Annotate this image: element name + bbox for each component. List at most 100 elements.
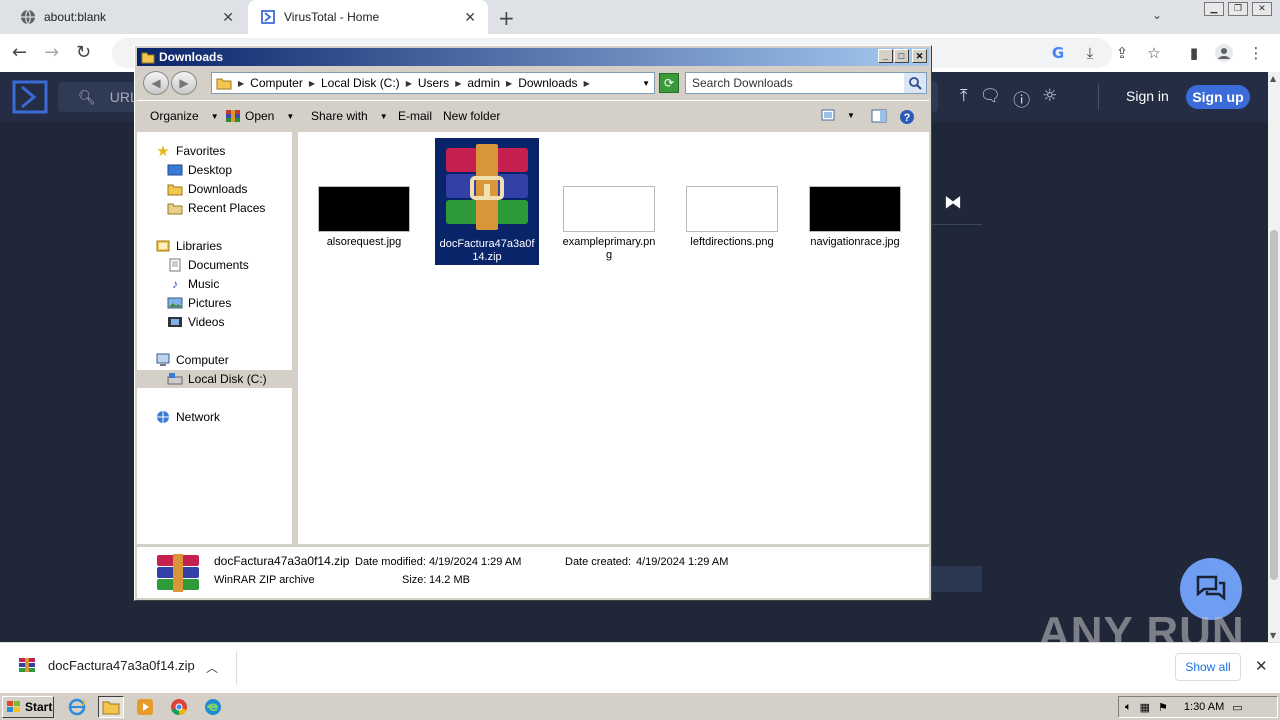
breadcrumb-local-disk[interactable]: Local Disk (C:) ▶ [321, 76, 412, 90]
close-tab-icon[interactable]: ✕ [222, 9, 234, 26]
minimize-icon[interactable]: _ [878, 49, 893, 63]
side-panel-icon[interactable]: ▮ [1184, 43, 1204, 63]
breadcrumb-admin[interactable]: admin ▶ [467, 76, 512, 90]
api-icon[interactable]: ⧓ [944, 192, 962, 213]
forward-arrow-icon[interactable]: ▶ [171, 71, 197, 95]
winrar-archive-icon [446, 144, 528, 230]
scroll-down-icon[interactable]: ▼ [1270, 631, 1276, 640]
profile-icon[interactable] [1214, 43, 1234, 63]
quick-launch [64, 696, 226, 718]
page-scrollbar[interactable]: ▲ ▼ [1268, 72, 1280, 642]
restore-icon[interactable]: ❐ [1228, 2, 1248, 16]
chevron-up-icon[interactable]: ︿ [206, 659, 218, 676]
breadcrumb-separator-icon[interactable]: ▶ [238, 79, 244, 88]
explorer-taskbar-icon[interactable] [98, 696, 124, 718]
menu-kebab-icon[interactable]: ⋮ [1246, 43, 1266, 63]
nav-favorites[interactable]: ★ Favorites [155, 142, 225, 160]
show-desktop-icon[interactable]: ▭ [1232, 701, 1242, 714]
explorer-search-input[interactable]: Search Downloads [685, 72, 927, 94]
new-tab-button[interactable]: + [498, 6, 515, 30]
back-arrow-icon[interactable]: ◀ [143, 71, 169, 95]
close-icon[interactable]: ✕ [1252, 2, 1272, 16]
file-item[interactable]: alsorequest.jpg [312, 186, 416, 249]
minimize-icon[interactable]: ▁ [1204, 2, 1224, 16]
show-all-button[interactable]: Show all [1175, 653, 1241, 681]
pictures-icon [167, 296, 183, 310]
install-icon[interactable]: ⤓ [1080, 43, 1100, 63]
start-button[interactable]: Start [2, 696, 54, 718]
search-icon[interactable] [904, 73, 926, 93]
virustotal-logo-icon[interactable] [12, 80, 48, 114]
edge-icon[interactable] [200, 696, 226, 718]
image-thumbnail [686, 186, 778, 232]
close-tab-icon[interactable]: ✕ [464, 9, 476, 26]
chrome-icon[interactable] [166, 696, 192, 718]
share-with-button[interactable]: Share with ▼ [311, 109, 388, 123]
forward-icon[interactable]: → [44, 42, 59, 63]
bookmark-star-icon[interactable]: ☆ [1144, 43, 1164, 63]
sign-up-button[interactable]: Sign up [1186, 85, 1250, 109]
nav-recent-places[interactable]: Recent Places [167, 199, 265, 217]
breadcrumb-computer[interactable]: Computer ▶ [250, 76, 315, 90]
close-icon[interactable]: ✕ [912, 49, 927, 63]
nav-pictures[interactable]: Pictures [167, 294, 231, 312]
action-center-flag-icon[interactable]: ⚑ [1158, 701, 1168, 714]
sign-in-link[interactable]: Sign in [1126, 88, 1169, 104]
notifications-icon[interactable]: 🗨︎ [980, 86, 1002, 111]
explorer-address-bar[interactable]: ▶ Computer ▶ Local Disk (C:) ▶ Users ▶ admi… [211, 72, 655, 94]
internet-explorer-icon[interactable] [64, 696, 90, 718]
file-item[interactable]: leftdirections.png [680, 186, 784, 249]
email-button[interactable]: E-mail [398, 109, 432, 123]
back-icon[interactable]: ← [12, 42, 27, 63]
preview-pane-icon[interactable] [871, 109, 887, 123]
tab-about-blank[interactable]: about:blank ✕ [8, 0, 246, 34]
explorer-titlebar[interactable]: Downloads _ □ ✕ [137, 48, 929, 66]
file-item[interactable]: exampleprimary.png [557, 186, 661, 262]
winrar-icon [19, 658, 35, 672]
media-player-icon[interactable] [132, 696, 158, 718]
nav-documents[interactable]: Documents [167, 256, 249, 274]
breadcrumb-users[interactable]: Users ▶ [418, 76, 462, 90]
change-view-icon[interactable]: ▼ [821, 109, 855, 121]
nav-downloads[interactable]: Downloads [167, 180, 247, 198]
share-icon[interactable]: ⇪ [1112, 43, 1132, 63]
scroll-up-icon[interactable]: ▲ [1270, 74, 1276, 83]
clock[interactable]: 1:30 AM [1184, 701, 1224, 713]
folder-icon [141, 52, 155, 64]
upload-icon[interactable]: ⤒ [960, 86, 968, 111]
organize-button[interactable]: Organize ▼ [150, 109, 219, 123]
reload-icon[interactable]: ↻ [76, 42, 91, 63]
maximize-icon[interactable]: □ [894, 49, 909, 63]
nav-desktop[interactable]: Desktop [167, 161, 232, 179]
search-icon: 🔍︎ [78, 88, 96, 105]
address-dropdown-icon[interactable]: ▼ [642, 79, 650, 88]
tab-search-chevron-icon[interactable]: ⌄ [1152, 8, 1162, 22]
explorer-details-pane: docFactura47a3a0f14.zip Date modified: 4… [137, 546, 929, 598]
nav-network[interactable]: Network [155, 408, 220, 426]
window-controls: ▁ ❐ ✕ [1204, 2, 1272, 16]
explorer-command-bar: Organize ▼ Open ▼ Share with ▼ E-mail New f… [137, 100, 929, 132]
breadcrumb-downloads[interactable]: Downloads ▶ [518, 76, 590, 90]
nav-videos[interactable]: Videos [167, 313, 224, 331]
tab-virustotal[interactable]: VirusTotal - Home ✕ [248, 0, 488, 34]
file-item[interactable]: navigationrace.jpg [803, 186, 907, 249]
nav-computer[interactable]: Computer [155, 351, 229, 369]
open-button[interactable]: Open ▼ [225, 109, 294, 123]
details-date-modified: 4/19/2024 1:29 AM [429, 556, 522, 568]
help-icon[interactable]: ? [899, 109, 915, 125]
new-folder-button[interactable]: New folder [443, 109, 500, 123]
close-icon[interactable]: ✕ [1255, 657, 1268, 675]
download-item[interactable]: docFactura47a3a0f14.zip [18, 657, 195, 673]
nav-music[interactable]: ♪ Music [167, 275, 219, 293]
help-icon[interactable]: ⓘ [1013, 86, 1030, 111]
refresh-icon[interactable]: ⟳ [659, 73, 679, 93]
theme-toggle-icon[interactable]: ☼ [1042, 86, 1057, 111]
volume-icon[interactable]: 🔈︎ [1125, 701, 1132, 714]
file-item-selected[interactable]: docFactura47a3a0f14.zip [435, 138, 539, 265]
nav-libraries[interactable]: Libraries [155, 237, 222, 255]
network-tray-icon[interactable]: ▦ [1140, 701, 1150, 714]
google-icon[interactable]: G [1048, 43, 1068, 63]
scrollbar-thumb[interactable] [1270, 230, 1278, 580]
dropdown-arrow-icon: ▼ [847, 110, 855, 120]
nav-local-disk[interactable]: Local Disk (C:) [137, 370, 292, 388]
